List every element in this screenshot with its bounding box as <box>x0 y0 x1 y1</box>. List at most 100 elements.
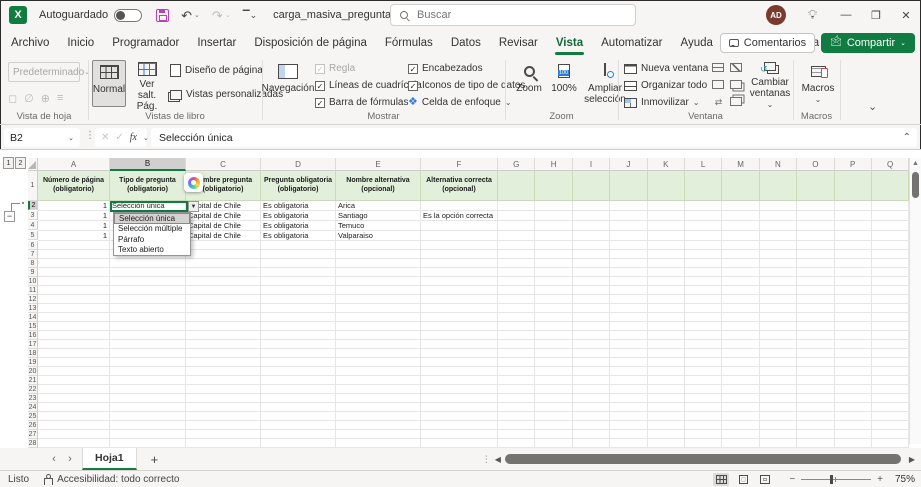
cell-F12[interactable] <box>421 295 498 304</box>
cell-dropdown-arrow[interactable]: ▼ <box>188 201 199 212</box>
cell-N13[interactable] <box>760 304 797 313</box>
cell-K12[interactable] <box>648 295 685 304</box>
page-layout-button[interactable]: Diseño de página <box>170 64 263 77</box>
cell-B22[interactable] <box>110 385 186 394</box>
cell-J27[interactable] <box>610 430 647 439</box>
cell-I2[interactable] <box>573 201 610 211</box>
cell-N8[interactable] <box>760 259 797 268</box>
cell-O1[interactable] <box>797 171 834 201</box>
row-header-9[interactable]: 9 <box>28 268 38 277</box>
cell-K15[interactable] <box>648 322 685 331</box>
cell-D17[interactable] <box>261 340 336 349</box>
cell-I27[interactable] <box>573 430 610 439</box>
cell-L10[interactable] <box>685 277 722 286</box>
cell-P22[interactable] <box>835 385 872 394</box>
cell-C11[interactable] <box>186 286 261 295</box>
cell-A24[interactable] <box>38 403 110 412</box>
cell-M5[interactable] <box>722 231 759 241</box>
cell-N21[interactable] <box>760 376 797 385</box>
cell-H14[interactable] <box>535 313 572 322</box>
cell-M8[interactable] <box>722 259 759 268</box>
prev-sheet-icon[interactable]: ‹ <box>46 453 62 465</box>
cell-H20[interactable] <box>535 367 572 376</box>
cell-K25[interactable] <box>648 412 685 421</box>
tab-ayuda[interactable]: Ayuda <box>671 30 721 56</box>
cell-Q24[interactable] <box>872 403 909 412</box>
cell-J16[interactable] <box>610 331 647 340</box>
cell-Q6[interactable] <box>872 241 909 250</box>
cell-F2[interactable] <box>421 201 498 211</box>
cell-A13[interactable] <box>38 304 110 313</box>
cell-P5[interactable] <box>835 231 872 241</box>
row-header-2[interactable]: 2 <box>28 201 38 210</box>
cell-O15[interactable] <box>797 322 834 331</box>
scroll-left-icon[interactable]: ◀ <box>495 455 501 464</box>
dropdown-option-p-rrafo[interactable]: Párrafo <box>114 234 190 245</box>
cell-N1[interactable] <box>760 171 797 201</box>
cell-G20[interactable] <box>498 367 535 376</box>
cell-L20[interactable] <box>685 367 722 376</box>
cell-N26[interactable] <box>760 421 797 430</box>
row-header-24[interactable]: 24 <box>28 403 38 412</box>
cell-P6[interactable] <box>835 241 872 250</box>
cell-D4[interactable]: Es obligatoria <box>261 221 336 231</box>
cell-K14[interactable] <box>648 313 685 322</box>
cell-G13[interactable] <box>498 304 535 313</box>
zoom-level[interactable]: 75% <box>889 474 915 485</box>
cell-J15[interactable] <box>610 322 647 331</box>
cell-D6[interactable] <box>261 241 336 250</box>
cell-G21[interactable] <box>498 376 535 385</box>
freeze-panes-chevron-icon[interactable]: ⌄ <box>693 98 700 107</box>
cell-L16[interactable] <box>685 331 722 340</box>
cell-C9[interactable] <box>186 268 261 277</box>
cell-M4[interactable] <box>722 221 759 231</box>
tab-bar-grip-icon[interactable]: ⋮ <box>482 454 491 465</box>
cell-P19[interactable] <box>835 358 872 367</box>
focus-cell-button[interactable]: ❖ Celda de enfoque ⌄ <box>408 97 512 108</box>
tab-vista[interactable]: Vista <box>547 30 592 56</box>
excel-logo-icon[interactable]: X <box>9 6 27 24</box>
page-layout-status-button[interactable] <box>735 473 751 486</box>
cell-E19[interactable] <box>336 358 421 367</box>
cell-F17[interactable] <box>421 340 498 349</box>
cell-B27[interactable] <box>110 430 186 439</box>
hide-window-icon[interactable] <box>730 63 742 72</box>
cell-B26[interactable] <box>110 421 186 430</box>
autosave-toggle[interactable] <box>114 9 142 22</box>
search-box[interactable] <box>390 4 636 26</box>
tab-datos[interactable]: Datos <box>442 30 490 56</box>
restore-button[interactable]: ❐ <box>861 0 891 30</box>
cell-C28[interactable] <box>186 439 261 448</box>
cell-D7[interactable] <box>261 250 336 259</box>
cell-M23[interactable] <box>722 394 759 403</box>
cell-Q26[interactable] <box>872 421 909 430</box>
cell-A11[interactable] <box>38 286 110 295</box>
cell-E11[interactable] <box>336 286 421 295</box>
cell-F21[interactable] <box>421 376 498 385</box>
cell-B12[interactable] <box>110 295 186 304</box>
cell-F1[interactable]: Alternativa correcta(opcional) <box>421 171 498 201</box>
cell-F15[interactable] <box>421 322 498 331</box>
row-header-21[interactable]: 21 <box>28 376 38 385</box>
cell-N19[interactable] <box>760 358 797 367</box>
cell-B13[interactable] <box>110 304 186 313</box>
cell-O3[interactable] <box>797 211 834 221</box>
cell-Q27[interactable] <box>872 430 909 439</box>
cell-P3[interactable] <box>835 211 872 221</box>
cell-D23[interactable] <box>261 394 336 403</box>
cell-G23[interactable] <box>498 394 535 403</box>
cell-K6[interactable] <box>648 241 685 250</box>
cell-I16[interactable] <box>573 331 610 340</box>
cell-D24[interactable] <box>261 403 336 412</box>
cell-G11[interactable] <box>498 286 535 295</box>
cell-J18[interactable] <box>610 349 647 358</box>
cell-P15[interactable] <box>835 322 872 331</box>
row-header-1[interactable]: 1 <box>28 171 38 201</box>
scroll-up-icon[interactable]: ▲ <box>912 160 919 167</box>
column-header-E[interactable]: E <box>336 158 421 171</box>
cell-J25[interactable] <box>610 412 647 421</box>
cell-N15[interactable] <box>760 322 797 331</box>
cell-J17[interactable] <box>610 340 647 349</box>
cell-A19[interactable] <box>38 358 110 367</box>
cell-M18[interactable] <box>722 349 759 358</box>
